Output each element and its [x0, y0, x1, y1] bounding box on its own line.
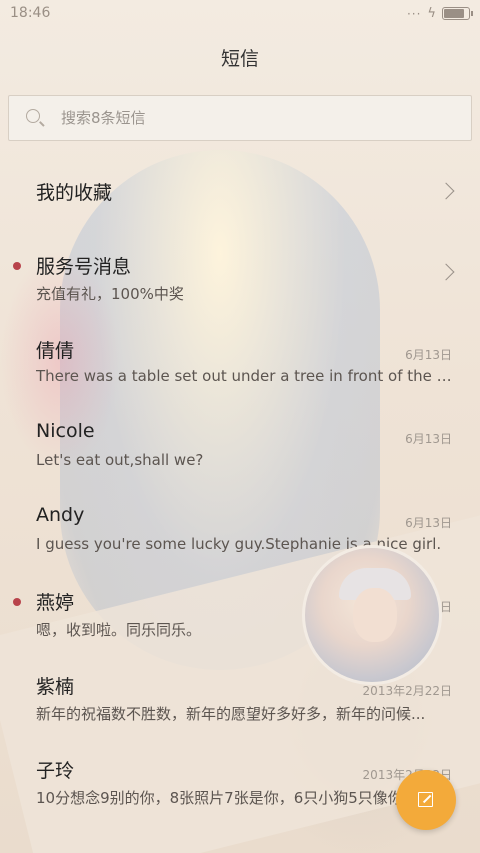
message-preview: There was a table set out under a tree i… [36, 367, 456, 385]
unread-dot [13, 598, 21, 606]
contact-name: 燕婷 [36, 592, 75, 614]
search-input[interactable]: 搜索8条短信 [8, 95, 472, 141]
avatar-decoration [302, 545, 442, 685]
contact-name: Nicole [36, 420, 95, 442]
conversation-row[interactable]: Nicole Let's eat out,shall we? 6月13日 [0, 400, 480, 484]
contact-name: Andy [36, 504, 85, 526]
compose-button[interactable] [396, 770, 456, 830]
message-preview: Let's eat out,shall we? [36, 451, 204, 469]
more-dots-icon: ··· [406, 6, 422, 21]
contact-name: 紫楠 [36, 676, 75, 698]
compose-icon [418, 792, 433, 807]
contact-name: 子玲 [36, 760, 75, 782]
page-title: 短信 [220, 48, 259, 70]
search-icon [26, 109, 40, 123]
message-preview: 新年的祝福数不胜数，新年的愿望好多好多，新年的问候... [36, 705, 426, 723]
conversation-row[interactable]: 倩倩 There was a table set out under a tree… [0, 316, 480, 400]
message-date: 6月13日 [405, 432, 452, 446]
contact-name: 我的收藏 [36, 182, 113, 204]
message-date: 6月13日 [405, 516, 452, 530]
message-date: 6月13日 [405, 348, 452, 362]
chevron-right-icon [437, 263, 455, 281]
contact-name: 倩倩 [36, 340, 75, 362]
conversation-row[interactable]: 服务号消息充值有礼，100%中奖 [0, 232, 480, 316]
battery-icon [442, 7, 473, 20]
unread-dot [13, 262, 21, 270]
conversation-row[interactable]: 我的收藏 [0, 148, 480, 232]
contact-name: 服务号消息 [36, 256, 132, 278]
chevron-right-icon [437, 182, 455, 200]
charging-icon: ϟ [427, 6, 436, 21]
status-time: 18:46 [10, 5, 51, 21]
message-preview: 10分想念9别的你，8张照片7张是你，6只小狗5只像你... [36, 789, 418, 807]
conversation-list: 我的收藏服务号消息充值有礼，100%中奖倩倩 There was a table … [0, 148, 480, 820]
status-bar: 18:46 ··· ϟ [0, 0, 480, 28]
message-preview: 充值有礼，100%中奖 [36, 285, 184, 303]
search-placeholder: 搜索8条短信 [61, 109, 146, 127]
